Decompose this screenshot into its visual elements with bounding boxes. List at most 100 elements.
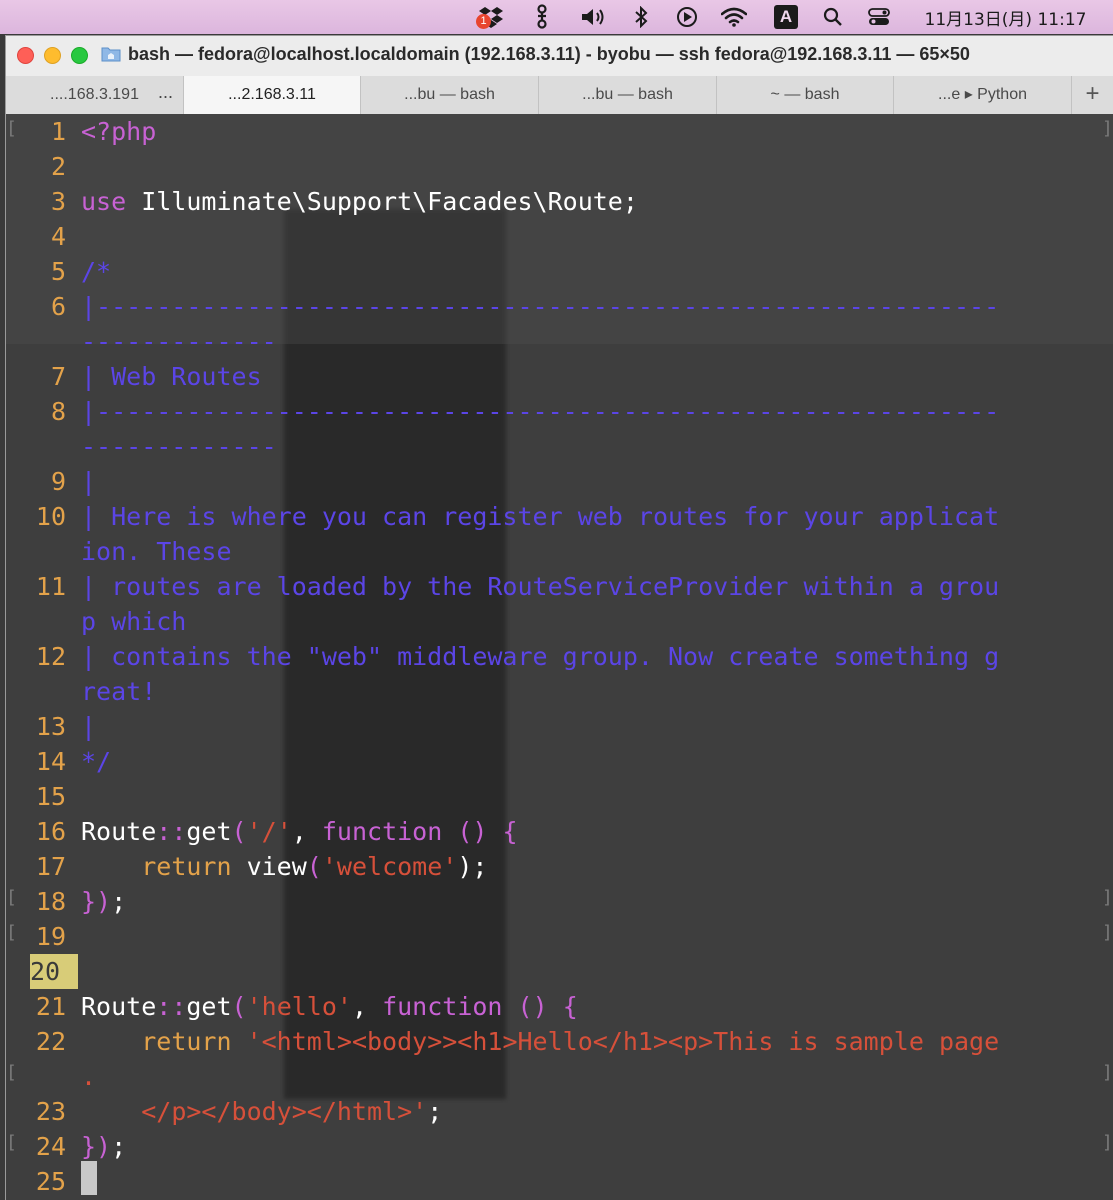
code-line: use Illuminate\Support\Facades\Route; [81,184,1113,219]
code-line: }); [81,884,1113,919]
menu-bar: 1 A 11月13日(月) 11:17 [0,0,1113,34]
edge-bracket-left: [ [6,1062,17,1083]
input-source-icon[interactable]: A [772,0,800,34]
line-number: 3 [50,187,66,216]
line-number: 24 [35,1132,66,1161]
code-token: ; [111,1132,127,1161]
line-number: 1 [50,117,66,146]
title-bar[interactable]: bash — fedora@localhost.localdomain (192… [6,36,1113,77]
line-number: 12 [35,642,66,671]
line-number: 16 [35,817,66,846]
edge-bracket-left: [ [6,922,17,943]
comment-line: reat! [81,677,157,706]
line-number: 23 [35,1097,66,1126]
code-line: <?php [81,117,157,146]
line-number: 10 [35,502,66,531]
edge-bracket-left: [ [6,118,17,139]
tab-3[interactable]: ...bu — bash [361,76,539,114]
code-line: return view('welcome'); [81,849,1113,884]
code-token: ; [427,1097,443,1126]
code-line: }); [81,1129,1113,1164]
comment-line: | contains the "web" middleware group. N… [81,642,1000,671]
line-number: 14 [35,747,66,776]
comment-line: | [81,467,97,496]
spotlight-icon[interactable] [818,0,848,34]
menubar-clock[interactable]: 11月13日(月) 11:17 [908,0,1103,34]
code-token: return [141,1027,232,1056]
line-number: 5 [50,257,66,286]
line-number: 19 [35,922,66,951]
tab-overflow-indicator[interactable]: ... [158,82,173,103]
code-token: </p></body></html>' [141,1097,428,1126]
window-title: bash — fedora@localhost.localdomain (192… [128,44,970,64]
code-token: () { [502,992,578,1021]
code-token: '/' [246,817,292,846]
code-token: () { [442,817,518,846]
comment-line: p which [81,607,187,636]
zoom-button[interactable] [71,47,88,64]
line-number: 18 [35,887,66,916]
code-token: , [351,992,383,1021]
code-line: Route::get('hello', function () { [81,989,1113,1024]
line-number: 21 [35,992,66,1021]
terminal-content[interactable]: [ ] [ ] [ ] [ ] [ ] 1 2 3 4 5 6 7 8 9 10… [6,114,1113,1200]
dropbox-icon[interactable]: 1 [474,0,508,34]
line-number: 9 [50,467,66,496]
folder-icon[interactable] [101,44,121,64]
bluetooth-icon[interactable] [628,0,654,34]
code-line: Route::get('/', function () { [81,814,1113,849]
text-cursor [81,1161,97,1195]
code-token: get [186,992,232,1021]
edge-bracket-left: [ [6,887,17,908]
line-number: 11 [35,572,66,601]
terminal-window: bash — fedora@localhost.localdomain (192… [6,36,1113,1200]
code-token: function [321,817,443,846]
comment-line: /* [81,257,112,286]
tab-5[interactable]: ~ — bash [717,76,894,114]
new-tab-button[interactable]: + [1072,76,1113,114]
code-token: 'hello' [246,992,352,1021]
edge-bracket-left: [ [6,1132,17,1153]
code-token: ( [231,992,247,1021]
code-token: return [141,852,232,881]
code-token: Route [81,992,157,1021]
edge-bracket-right: ] [1102,922,1113,943]
line-number: 15 [35,782,66,811]
control-center-icon[interactable] [864,0,894,34]
code-token: :: [156,992,187,1021]
line-number: 13 [35,712,66,741]
line-number: 22 [35,1027,66,1056]
code-token: ( [231,817,247,846]
code-token: view [231,852,307,881]
code-token: , [291,817,322,846]
tab-6[interactable]: ...e ▸ Python [894,76,1072,114]
code-token: ; [111,887,127,916]
comment-line: ------------- [81,327,277,356]
comment-line: |---------------------------------------… [81,397,1000,426]
volume-icon[interactable] [578,0,610,34]
tab-4[interactable]: ...bu — bash [539,76,717,114]
code-line: return '<html><body>><h1>Hello</h1><p>Th… [81,1024,1113,1059]
wifi-icon[interactable] [718,0,750,34]
line-number: 4 [50,222,66,251]
git-icon[interactable] [528,0,556,34]
code-token: 'welcome' [321,852,458,881]
close-button[interactable] [17,47,34,64]
code-token: '<html><body>><h1>Hello</h1><p>This is s… [231,1027,1000,1056]
line-number: 6 [50,292,66,321]
code-line: </p></body></html>'; [81,1094,1113,1129]
comment-line: | Here is where you can register web rou… [81,502,1000,531]
minimize-button[interactable] [44,47,61,64]
tab-2[interactable]: ...2.168.3.11 [184,76,361,114]
comment-line: */ [81,747,112,776]
code-token: get [186,817,232,846]
tab-bar: ....168.3.191 ... ...2.168.3.11 ...bu — … [6,76,1113,115]
comment-line: | [81,712,97,741]
code-token: Illuminate\Support\Facades\Route; [126,187,638,216]
line-number: 17 [35,852,66,881]
play-icon[interactable] [672,0,702,34]
comment-line: ------------- [81,432,277,461]
line-number: 25 [35,1167,66,1196]
